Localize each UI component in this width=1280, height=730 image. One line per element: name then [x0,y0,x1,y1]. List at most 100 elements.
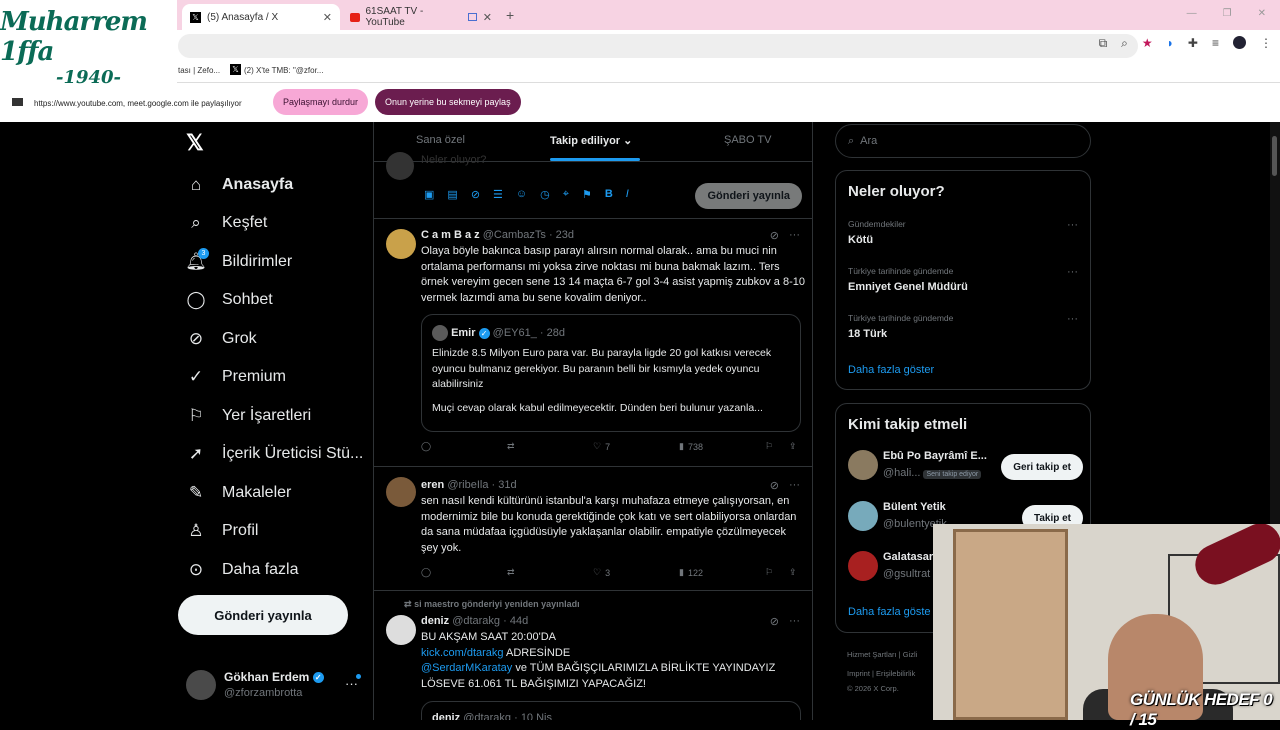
gif-icon[interactable]: ▤ [447,188,457,201]
more-dots-icon[interactable]: ··· [1067,219,1078,231]
quoted-tweet[interactable]: deniz @dtarakg · 10 Nis [421,701,801,720]
like-button[interactable]: ♡ 3 [593,567,610,578]
nav-home[interactable]: ⌂ Anasayfa [186,170,293,200]
location-icon[interactable]: ⌖ [563,188,569,201]
tab-x-home[interactable]: 𝕏 (5) Anasayfa / X ✕ [182,4,340,30]
stop-sharing-button[interactable]: Paylaşmayı durdur [273,89,369,115]
scrollbar[interactable] [1270,122,1280,524]
repost-icon[interactable]: ⇄ [507,441,515,452]
restore-icon[interactable]: ❐ [1223,8,1232,19]
tweet[interactable]: C a m B a z @CambazTs · 23d ⊘ ··· Olaya b… [374,219,812,467]
bookmark-icon[interactable]: ⚐ [765,441,773,452]
compose-post-button[interactable]: Gönderi yayınla [695,183,802,209]
trend-item[interactable]: Gündemdekiler Kötü ··· [848,219,1078,246]
bold-icon[interactable]: B [605,188,613,201]
close-window-icon[interactable]: ✕ [1258,8,1266,19]
post-button[interactable]: Gönderi yayınla [178,595,348,635]
new-tab-icon[interactable]: + [506,7,514,23]
footer-links[interactable]: Imprint | Erişilebilirlik [847,669,915,678]
italic-icon[interactable]: I [626,188,629,201]
share-icon[interactable]: ⇪ [789,567,797,578]
install-icon[interactable]: ⧉ [1099,36,1108,51]
show-more-link[interactable]: Daha fazla göster [848,364,934,376]
tab-youtube[interactable]: 61SAAT TV - YouTube ✕ [342,4,500,30]
show-more-link[interactable]: Daha fazla göste [848,606,931,618]
mention-link[interactable]: @SerdarMKaratay [421,662,512,674]
link[interactable]: kick.com/dtarakg [421,647,504,659]
nav-notifications[interactable]: 🔔︎ 3 Bildirimler [185,247,292,277]
emoji-icon[interactable]: ☺ [516,188,527,201]
grok-icon[interactable]: ⊘ [770,615,779,628]
bookmark-icon[interactable]: ⚐ [765,567,773,578]
tab-for-you[interactable]: Sana özel [416,134,465,146]
more-dots-icon[interactable]: ··· [789,479,800,492]
nav-articles[interactable]: ✎ Makaleler [186,478,291,508]
nav-creator-studio[interactable]: ➚ İçerik Üreticisi Stü... [186,439,363,469]
address-bar[interactable] [178,34,1138,58]
close-tab-icon[interactable]: ✕ [323,11,332,24]
view-count: 738 [687,441,703,452]
reply-icon[interactable]: ◯ [421,567,431,578]
trend-name: Emniyet Genel Müdürü [848,281,968,293]
like-button[interactable]: ♡ 7 [593,441,610,452]
trend-meta: Gündemdekiler [848,219,906,229]
nav-premium[interactable]: ✓ Premium [186,362,286,392]
image-icon[interactable]: ▣ [424,188,434,201]
media-icon[interactable]: ≡ [1212,36,1219,51]
author-handle: @dtarakg [452,615,501,627]
zoom-icon[interactable]: ⌕ [1121,36,1128,51]
tab-sabo-tv[interactable]: ŞABO TV [724,134,771,146]
footer-links[interactable]: Hizmet Şartları | Gizli [847,650,917,659]
more-dots-icon[interactable]: ··· [789,229,800,242]
more-dots-icon[interactable]: ··· [1067,266,1078,278]
nav-grok[interactable]: ⊘ Grok [186,324,257,354]
x-logo-icon[interactable]: 𝕏 [186,130,204,156]
extension-icon[interactable]: ◗ [1167,36,1174,51]
share-this-tab-button[interactable]: Onun yerine bu sekmeyi paylaş [375,89,521,115]
profile-icon[interactable] [1233,36,1246,49]
nav-profile[interactable]: ♙ Profil [186,516,258,546]
nav-explore[interactable]: ⌕ Keşfet [186,208,267,238]
views-button[interactable]: ▮ 738 [679,441,703,452]
bookmark[interactable]: (2) X'te TMB: "@zfor... [244,66,323,75]
grok-icon[interactable]: ⊘ [471,188,480,201]
account-switcher[interactable]: Gökhan Erdem ✓ @zforzambrotta ··· [186,668,366,704]
puzzle-icon[interactable]: ✚ [1188,36,1198,51]
grok-icon[interactable]: ⊘ [770,229,779,242]
tweet[interactable]: ⇄ si maestro gönderiyi yeniden yayınladı… [374,591,812,720]
trend-meta: Türkiye tarihinde gündemde [848,266,954,276]
trend-item[interactable]: Türkiye tarihinde gündemde Emniyet Genel… [848,266,1078,293]
poll-icon[interactable]: ☰ [493,188,503,201]
suggestion-name: Bülent Yetik [883,501,946,513]
repost-icon[interactable]: ⇄ [507,567,515,578]
timeline: Sana özel Takip ediliyor ⌄ ŞABO TV Neler… [373,122,813,720]
more-dots-icon[interactable]: ··· [789,615,800,628]
composer[interactable]: Neler oluyor? ▣ ▤ ⊘ ☰ ☺ ◷ ⌖ ⚑ B I Gönder… [374,152,812,219]
schedule-icon[interactable]: ◷ [540,188,550,201]
composer-placeholder[interactable]: Neler oluyor? [421,154,486,166]
views-button[interactable]: ▮ 122 [679,567,703,578]
follow-suggestion[interactable]: Ebû Po Bayrâmî E... @hali... Seni takip e… [848,450,1083,486]
nav-bookmarks[interactable]: ⚐ Yer İşaretleri [186,401,311,431]
grok-icon[interactable]: ⊘ [770,479,779,492]
reply-icon[interactable]: ◯ [421,441,431,452]
bookmark[interactable]: tası | Zefo... [178,66,220,75]
nav-more[interactable]: ⊙ Daha fazla [186,555,299,585]
flag-icon[interactable]: ⚑ [582,188,592,201]
trend-item[interactable]: Türkiye tarihinde gündemde 18 Türk ··· [848,313,1078,340]
share-icon[interactable]: ⇪ [789,441,797,452]
minimize-icon[interactable]: — [1187,8,1197,19]
window-controls[interactable]: — ❐ ✕ [1187,8,1266,19]
tweet[interactable]: eren @ribeIla · 31d ⊘ ··· sen nasıl kendi… [374,467,812,591]
nav-chat[interactable]: ◯ Sohbet [186,285,272,315]
search-input[interactable]: ⌕ Ara [835,124,1091,158]
more-dots-icon[interactable]: ··· [1067,313,1078,325]
trend-meta: Türkiye tarihinde gündemde [848,313,954,323]
quoted-tweet[interactable]: Emir ✓ @EY61_ · 28d Elinizde 8.5 Milyon … [421,314,801,432]
scrollbar-thumb[interactable] [1272,136,1277,176]
star-icon[interactable]: ★ [1142,36,1153,51]
menu-icon[interactable]: ⋮ [1260,36,1272,51]
tab-following[interactable]: Takip ediliyor ⌄ [550,134,632,147]
close-tab-icon[interactable]: ✕ [483,11,492,24]
follow-back-button[interactable]: Geri takip et [1001,454,1083,480]
